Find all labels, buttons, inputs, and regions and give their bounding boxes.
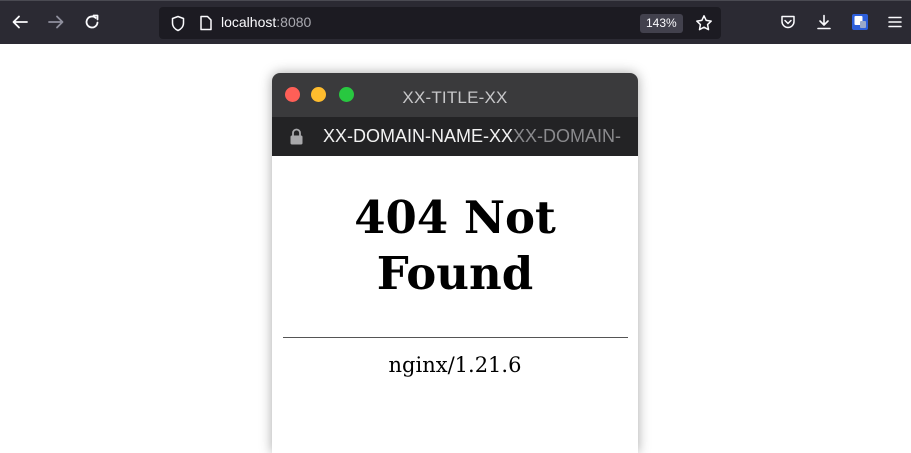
error-heading-line1: 404 Not <box>354 191 556 244</box>
url-host: localhost <box>221 14 277 30</box>
bookmark-star-icon[interactable] <box>691 10 717 36</box>
url-bar[interactable]: localhost:8080 143% <box>159 7 721 39</box>
pocket-icon[interactable] <box>775 9 801 35</box>
extension-icon[interactable] <box>847 9 873 35</box>
server-version: nginx/1.21.6 <box>388 353 522 377</box>
browser-toolbar: localhost:8080 143% <box>0 0 911 44</box>
mock-window-title: XX-TITLE-XX <box>402 88 508 107</box>
divider <box>283 337 628 338</box>
download-icon[interactable] <box>811 9 837 35</box>
forward-arrow-icon[interactable] <box>43 9 69 35</box>
menu-icon[interactable] <box>882 9 908 35</box>
url-port: :8080 <box>276 14 312 30</box>
tracking-shield-icon[interactable] <box>165 10 191 36</box>
page-content: 404 Not Found nginx/1.21.6 <box>272 156 638 377</box>
mock-title-bar: XX-TITLE-XX <box>272 73 638 117</box>
url-text[interactable]: localhost:8080 <box>221 14 311 30</box>
error-heading-line2: Found <box>376 247 534 300</box>
zoom-level-badge[interactable]: 143% <box>640 14 683 33</box>
back-arrow-icon[interactable] <box>7 9 33 35</box>
lock-icon <box>289 128 304 150</box>
mock-domain-secondary: XX-DOMAIN- <box>513 126 622 146</box>
error-heading: 404 Not Found <box>272 156 638 302</box>
page-info-icon[interactable] <box>193 10 219 36</box>
mock-address-bar: XX-DOMAIN-NAME-XXXX-DOMAIN- <box>272 117 638 156</box>
mock-browser-window: XX-TITLE-XX XX-DOMAIN-NAME-XXXX-DOMAIN- … <box>272 73 638 453</box>
mock-domain: XX-DOMAIN-NAME-XXXX-DOMAIN- <box>323 126 621 147</box>
reload-icon[interactable] <box>79 9 105 35</box>
mock-domain-primary: XX-DOMAIN-NAME-XX <box>323 126 514 146</box>
